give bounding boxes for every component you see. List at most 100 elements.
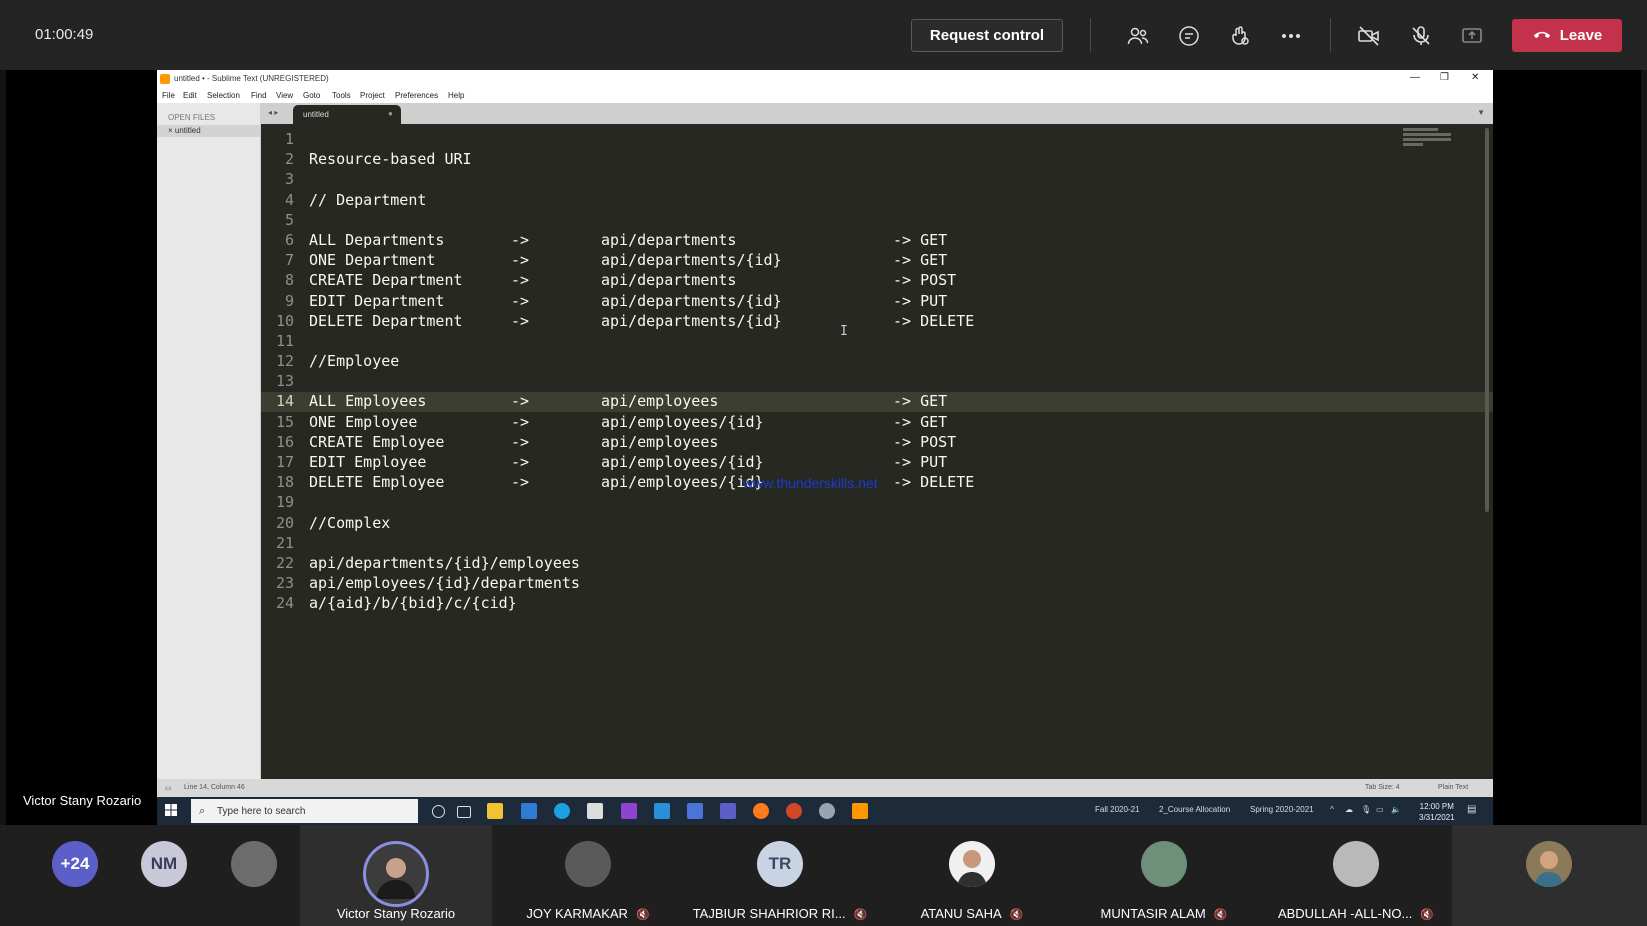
code-token: DELETE Employee [309,473,445,492]
menu-help[interactable]: Help [448,91,464,100]
windows-start-icon[interactable] [165,804,177,816]
code-line[interactable]: //Complex [309,513,1493,533]
participant-tile[interactable]: ABDULLAH -ALL-NO... 🔇 [1260,825,1452,926]
code-area[interactable]: Resource-based URI // Department ALL Depar… [309,129,1493,614]
tab-nav-arrows-icon[interactable]: ◂ ▸ [268,108,278,117]
participant-tile[interactable]: TR TAJBIUR SHAHRIOR RI... 🔇 [684,825,876,926]
code-line[interactable] [309,492,1493,512]
code-line[interactable]: api/departments/{id}/employees [309,553,1493,573]
status-tab-size[interactable]: Tab Size: 4 [1365,784,1400,791]
unsaved-dot-icon[interactable]: ● [388,109,393,118]
cortana-icon[interactable] [432,805,445,818]
app-icon[interactable] [819,803,835,819]
status-syntax[interactable]: Plain Text [1438,784,1468,791]
code-line[interactable] [309,210,1493,230]
share-icon[interactable] [1457,21,1487,51]
participant-tile[interactable] [1452,825,1647,926]
menu-goto[interactable]: Goto [303,91,320,100]
calculator-icon[interactable] [687,803,703,819]
menu-selection[interactable]: Selection [207,91,240,100]
powerpoint-icon[interactable] [786,803,802,819]
teams-icon[interactable] [720,803,736,819]
line-number: 16 [275,432,294,451]
participant-tile[interactable]: MUNTASIR ALAM 🔇 [1068,825,1260,926]
restore-icon[interactable]: ❐ [1440,72,1449,83]
participant-tile[interactable]: ATANU SAHA 🔇 [876,825,1068,926]
window-title: untitled • - Sublime Text (UNREGISTERED) [174,74,329,83]
edge-icon[interactable] [554,803,570,819]
mic-off-icon[interactable] [1406,21,1436,51]
code-line[interactable]: Resource-based URI [309,149,1493,169]
tray-item[interactable]: Spring 2020-2021 [1250,805,1314,814]
menu-project[interactable]: Project [360,91,385,100]
remote-desktop-icon[interactable] [654,803,670,819]
code-line[interactable]: EDIT Employee -> api/employees/{id} -> PUT [309,452,1493,472]
overflow-participants-badge[interactable]: +24 [52,841,98,887]
code-line[interactable]: CREATE Department -> api/departments -> POS… [309,270,1493,290]
menu-view[interactable]: View [276,91,293,100]
code-line[interactable]: api/employees/{id}/departments [309,573,1493,593]
menu-edit[interactable]: Edit [183,91,197,100]
close-icon[interactable]: ✕ [1471,72,1479,83]
code-line[interactable]: CREATE Employee -> api/employees -> POST [309,432,1493,452]
code-line[interactable] [309,129,1493,149]
tray-item[interactable]: Fall 2020-21 [1095,805,1139,814]
code-editor[interactable]: 1 2 3 4 5 6 7 8 9 10 11 12 13 14 15 16 17 18 19 20 21 22 23 24 … [261,124,1493,779]
camera-off-icon[interactable] [1354,21,1384,51]
menu-preferences[interactable]: Preferences [395,91,438,100]
code-token: //Complex [309,513,391,532]
tab-dropdown-icon[interactable]: ▼ [1477,108,1485,117]
menu-find[interactable]: Find [251,91,267,100]
participant-tile[interactable]: JOY KARMAKAR 🔇 [492,825,684,926]
menu-tools[interactable]: Tools [332,91,351,100]
participant-avatar[interactable] [231,841,277,887]
sublime-text-icon[interactable] [852,803,868,819]
vertical-scrollbar[interactable] [1485,128,1489,512]
code-line[interactable]: DELETE Department -> api/departments/{id} -… [309,311,1493,331]
tab-untitled[interactable]: untitled ● [293,105,401,124]
code-line[interactable]: ONE Employee -> api/employees/{id} -> GET [309,412,1493,432]
store-icon[interactable] [587,803,603,819]
code-line[interactable] [309,371,1493,391]
mic-off-icon: 🔇 [1420,909,1435,921]
participant-tile[interactable]: Victor Stany Rozario [300,825,492,926]
more-icon[interactable] [1276,21,1306,51]
visual-studio-icon[interactable] [621,803,637,819]
code-line[interactable] [309,169,1493,189]
tray-item[interactable]: 2_Course Allocation [1159,805,1230,814]
close-icon[interactable]: × [168,126,173,135]
code-line[interactable]: DELETE Employee -> api/employees/{id} -> DE… [309,472,1493,492]
taskbar-clock[interactable]: 12:00 PM 3/31/2021 [1419,801,1455,823]
code-line[interactable] [309,331,1493,351]
code-line[interactable]: ONE Department -> api/departments/{id} -> G… [309,250,1493,270]
sidebar-item-untitled[interactable]: × untitled [157,125,260,137]
participant-avatar-nm[interactable]: NM [141,841,187,887]
onedrive-icon[interactable]: ☁ [1345,805,1353,814]
minimize-icon[interactable]: — [1410,72,1420,83]
code-line[interactable]: // Department [309,190,1493,210]
volume-icon[interactable]: 🔈 [1391,805,1401,814]
menu-file[interactable]: File [162,91,175,100]
code-line[interactable] [309,533,1493,553]
reactions-icon[interactable] [1225,21,1255,51]
notifications-icon[interactable]: ▤ [1467,804,1476,815]
mic-icon[interactable]: 🎙 [1361,805,1371,814]
people-icon[interactable] [1123,21,1153,51]
code-line[interactable]: a/{aid}/b/{bid}/c/{cid} [309,593,1493,613]
code-line[interactable]: EDIT Department -> api/departments/{id} -> … [309,291,1493,311]
tray-chevron-icon[interactable]: ^ [1330,805,1334,814]
minimap[interactable] [1403,128,1463,168]
chat-icon[interactable] [1174,21,1204,51]
mail-icon[interactable] [521,803,537,819]
taskbar-search-input[interactable]: ⌕ Type here to search [191,799,418,823]
code-line[interactable]: ALL Departments -> api/departments -> GET [309,230,1493,250]
task-view-icon[interactable] [457,806,471,818]
console-icon[interactable]: ▭ [165,784,172,792]
request-control-button[interactable]: Request control [911,19,1063,52]
firefox-icon[interactable] [753,803,769,819]
leave-button[interactable]: Leave [1512,19,1622,52]
network-icon[interactable]: ▭ [1376,805,1384,814]
code-line[interactable]: //Employee [309,351,1493,371]
file-explorer-icon[interactable] [487,803,503,819]
code-line[interactable]: ALL Employees -> api/employees -> GET [309,391,1493,411]
